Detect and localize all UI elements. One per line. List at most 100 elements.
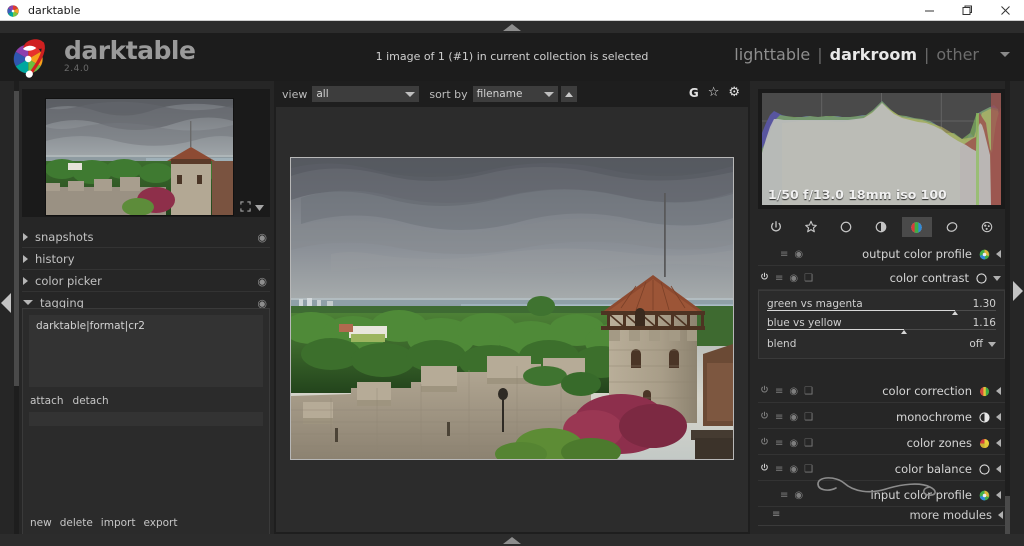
module-group-effects[interactable]: [972, 217, 1002, 237]
reset-icon[interactable]: ◉: [257, 276, 267, 287]
chevron-left-icon[interactable]: [996, 491, 1001, 499]
attach-button[interactable]: attach: [30, 395, 64, 407]
multi-instance-icon[interactable]: ❑: [804, 412, 813, 423]
reset-icon[interactable]: ◉: [789, 464, 798, 475]
power-icon[interactable]: [760, 385, 769, 397]
reset-icon[interactable]: ◉: [257, 298, 267, 309]
star-icon: [805, 220, 817, 233]
zoom-fit-icon[interactable]: [240, 201, 251, 215]
top-panel-collapse-handle[interactable]: [0, 21, 1024, 33]
power-icon[interactable]: [760, 411, 769, 423]
chevron-left-icon[interactable]: [996, 465, 1001, 473]
module-group-tone[interactable]: [866, 217, 896, 237]
power-icon: [770, 221, 781, 232]
chevron-down-icon: [405, 91, 416, 97]
histogram-panel[interactable]: 1/50 f/13.0 18mm iso 100: [758, 89, 1005, 209]
multi-instance-icon[interactable]: ❑: [804, 386, 813, 397]
tag-entry-input[interactable]: [29, 412, 263, 426]
left-panel-collapse-arrow-icon[interactable]: [1, 293, 11, 313]
navigation-zoom-controls[interactable]: [240, 201, 264, 215]
slider-green-vs-magenta[interactable]: green vs magenta 1.30: [767, 296, 996, 315]
module-group-correction[interactable]: [937, 217, 967, 237]
bottom-panel-collapse-handle[interactable]: [0, 534, 1024, 546]
module-group-color[interactable]: [901, 217, 932, 237]
histogram-plot[interactable]: 1/50 f/13.0 18mm iso 100: [762, 93, 1001, 205]
darkroom-image[interactable]: [290, 157, 734, 460]
multi-instance-icon[interactable]: ❑: [804, 273, 813, 284]
sort-direction-button[interactable]: [560, 86, 577, 102]
maximize-button[interactable]: [948, 0, 986, 21]
chevron-down-icon[interactable]: [993, 275, 1001, 281]
navigation-panel[interactable]: [22, 89, 270, 217]
module-group-active[interactable]: [761, 217, 791, 237]
chevron-left-icon[interactable]: [998, 510, 1003, 519]
module-color-zones[interactable]: ≡ ◉ ❑ color zones: [758, 432, 1005, 455]
presets-icon[interactable]: ≡: [780, 490, 788, 501]
reset-icon[interactable]: ◉: [789, 386, 798, 397]
center-toolbar-right-icons: G ☆ ⚙: [689, 85, 740, 100]
multi-instance-icon[interactable]: ❑: [804, 438, 813, 449]
reset-icon[interactable]: ◉: [794, 249, 803, 260]
power-icon[interactable]: [760, 463, 769, 475]
chevron-down-icon[interactable]: [1000, 52, 1010, 57]
more-modules-header[interactable]: ≡ more modules: [758, 504, 1005, 526]
reset-icon[interactable]: ◉: [257, 232, 267, 243]
module-monochrome[interactable]: ≡ ◉ ❑ monochrome: [758, 406, 1005, 429]
minimize-button[interactable]: [910, 0, 948, 21]
presets-icon[interactable]: ≡: [775, 412, 783, 423]
image-canvas[interactable]: [276, 107, 748, 532]
module-group-favorites[interactable]: [796, 217, 826, 237]
presets-icon[interactable]: ≡: [775, 438, 783, 449]
sort-ascending-icon: [564, 91, 573, 97]
export-tags-button[interactable]: export: [143, 517, 177, 529]
module-group-basic[interactable]: [831, 217, 861, 237]
sidebar-module-history[interactable]: history: [22, 249, 270, 270]
gear-icon[interactable]: ⚙: [728, 85, 740, 100]
right-panel-scrollbar-track[interactable]: [1005, 81, 1010, 534]
import-tags-button[interactable]: import: [101, 517, 136, 529]
delete-tag-button[interactable]: delete: [60, 517, 93, 529]
circle-outline-icon: [975, 272, 988, 285]
view-lighttable[interactable]: lighttable: [734, 45, 810, 64]
power-icon[interactable]: [760, 272, 769, 284]
presets-icon[interactable]: ≡: [775, 273, 783, 284]
sidebar-module-color-picker[interactable]: color picker ◉: [22, 271, 270, 292]
reset-icon[interactable]: ◉: [789, 438, 798, 449]
effects-icon: [982, 221, 993, 233]
attached-tags-list[interactable]: darktable|format|cr2: [29, 315, 263, 387]
right-panel-collapse-arrow-icon[interactable]: [1013, 281, 1023, 301]
navigation-thumbnail[interactable]: [45, 98, 238, 216]
new-tag-button[interactable]: new: [30, 517, 52, 529]
power-icon[interactable]: [760, 437, 769, 449]
chevron-left-icon[interactable]: [996, 439, 1001, 447]
presets-icon[interactable]: ≡: [772, 509, 780, 520]
reset-icon[interactable]: ◉: [789, 273, 798, 284]
blend-mode-row[interactable]: blend off: [767, 337, 996, 351]
presets-icon[interactable]: ≡: [780, 249, 788, 260]
module-color-contrast[interactable]: ≡ ◉ ❑ color contrast green vs magenta 1.…: [758, 267, 1005, 359]
view-darkroom[interactable]: darkroom: [830, 45, 917, 64]
slider-blue-vs-yellow[interactable]: blue vs yellow 1.16: [767, 315, 996, 334]
chevron-down-icon[interactable]: [988, 341, 996, 347]
reset-icon[interactable]: ◉: [794, 490, 803, 501]
left-panel-scrollbar-thumb[interactable]: [14, 91, 19, 386]
chevron-down-icon[interactable]: [255, 203, 264, 214]
chevron-left-icon[interactable]: [996, 250, 1001, 258]
filmstrip-view-select[interactable]: all: [312, 86, 420, 102]
presets-icon[interactable]: ≡: [775, 464, 783, 475]
star-overlay-icon[interactable]: ☆: [708, 85, 720, 100]
chevron-left-icon[interactable]: [996, 387, 1001, 395]
presets-icon[interactable]: ≡: [775, 386, 783, 397]
module-output-color-profile[interactable]: ≡ ◉ output color profile: [758, 243, 1005, 266]
reset-icon[interactable]: ◉: [789, 412, 798, 423]
slider-knob[interactable]: [901, 330, 908, 334]
chevron-left-icon[interactable]: [996, 413, 1001, 421]
grouping-icon[interactable]: G: [689, 86, 699, 100]
close-button[interactable]: [986, 0, 1024, 21]
view-other[interactable]: other: [936, 45, 979, 64]
sidebar-module-snapshots[interactable]: snapshots ◉: [22, 227, 270, 248]
list-item[interactable]: darktable|format|cr2: [36, 320, 256, 332]
module-color-correction[interactable]: ≡ ◉ ❑ color correction: [758, 380, 1005, 403]
sort-by-select[interactable]: filename: [472, 86, 558, 102]
detach-button[interactable]: detach: [73, 395, 109, 407]
